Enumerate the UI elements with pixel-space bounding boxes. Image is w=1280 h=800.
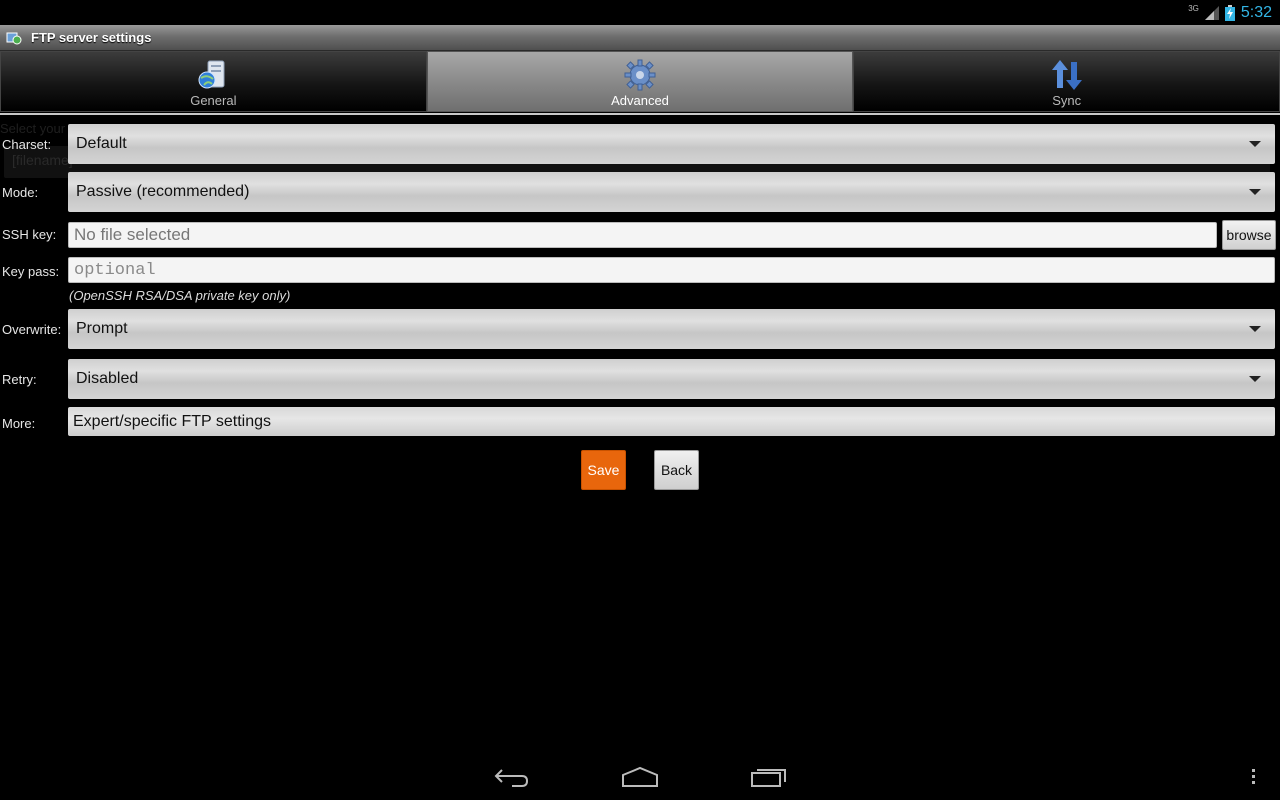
key-pass-placeholder: optional — [74, 260, 156, 280]
navigation-bar — [0, 752, 1280, 800]
ssh-key-value: No file selected — [74, 225, 191, 244]
tab-sync[interactable]: Sync — [853, 51, 1280, 112]
chevron-down-icon — [1249, 326, 1261, 332]
status-bar: 3G 5:32 — [0, 0, 1280, 25]
app-icon — [6, 32, 22, 44]
sync-arrows-icon — [1051, 60, 1082, 90]
background-ghost-filename: [filename] — [12, 152, 73, 168]
tab-advanced[interactable]: Advanced — [426, 51, 854, 112]
title-bar: FTP server settings — [0, 25, 1280, 51]
key-pass-hint: (OpenSSH RSA/DSA private key only) — [69, 288, 291, 303]
mode-value: Passive (recommended) — [76, 183, 250, 200]
chevron-down-icon — [1249, 376, 1261, 382]
ssh-key-field[interactable]: No file selected — [68, 222, 1217, 248]
network-type-label: 3G — [1188, 3, 1199, 13]
key-pass-label: Key pass: — [2, 264, 60, 279]
mode-label: Mode: — [2, 185, 39, 200]
tab-bar: General Advanced Sync — [0, 51, 1280, 114]
globe-server-icon — [198, 60, 225, 89]
tab-advanced-label: Advanced — [611, 93, 669, 108]
retry-value: Disabled — [76, 370, 139, 387]
overwrite-spinner[interactable]: Prompt — [68, 309, 1275, 349]
retry-label: Retry: — [2, 372, 37, 387]
charset-spinner[interactable]: Default — [68, 124, 1275, 164]
back-icon[interactable] — [494, 766, 530, 788]
charset-label: Charset: — [2, 137, 52, 152]
expert-settings-label: Expert/specific FTP settings — [73, 412, 271, 430]
back-button[interactable]: Back — [654, 450, 699, 490]
gear-icon — [624, 59, 656, 91]
tab-general[interactable]: General — [0, 51, 427, 112]
chevron-down-icon — [1249, 189, 1261, 195]
charset-value: Default — [76, 135, 127, 152]
tab-sync-label: Sync — [1052, 93, 1082, 108]
retry-spinner[interactable]: Disabled — [68, 359, 1275, 399]
signal-icon — [1204, 6, 1219, 20]
key-pass-input[interactable]: optional — [68, 257, 1275, 283]
save-button[interactable]: Save — [581, 450, 626, 490]
overwrite-value: Prompt — [76, 320, 128, 337]
more-label: More: — [2, 416, 36, 431]
recent-apps-icon[interactable] — [750, 766, 788, 788]
background-ghost-text: Select your — [0, 121, 66, 136]
browse-button[interactable]: browse — [1222, 220, 1276, 250]
clock: 5:32 — [1240, 4, 1272, 21]
tab-underline — [0, 113, 1280, 115]
expert-settings-button[interactable]: Expert/specific FTP settings — [68, 407, 1275, 436]
chevron-down-icon — [1249, 141, 1261, 147]
home-icon[interactable] — [621, 766, 659, 788]
overwrite-label: Overwrite: — [2, 322, 62, 337]
battery-icon — [1224, 5, 1235, 21]
status-icons: 3G 5:32 — [1188, 2, 1272, 24]
mode-spinner[interactable]: Passive (recommended) — [68, 172, 1275, 212]
overflow-menu-icon[interactable] — [1250, 768, 1258, 786]
ssh-key-label: SSH key: — [2, 227, 57, 242]
tab-general-label: General — [190, 93, 237, 108]
window-title: FTP server settings — [31, 30, 152, 45]
